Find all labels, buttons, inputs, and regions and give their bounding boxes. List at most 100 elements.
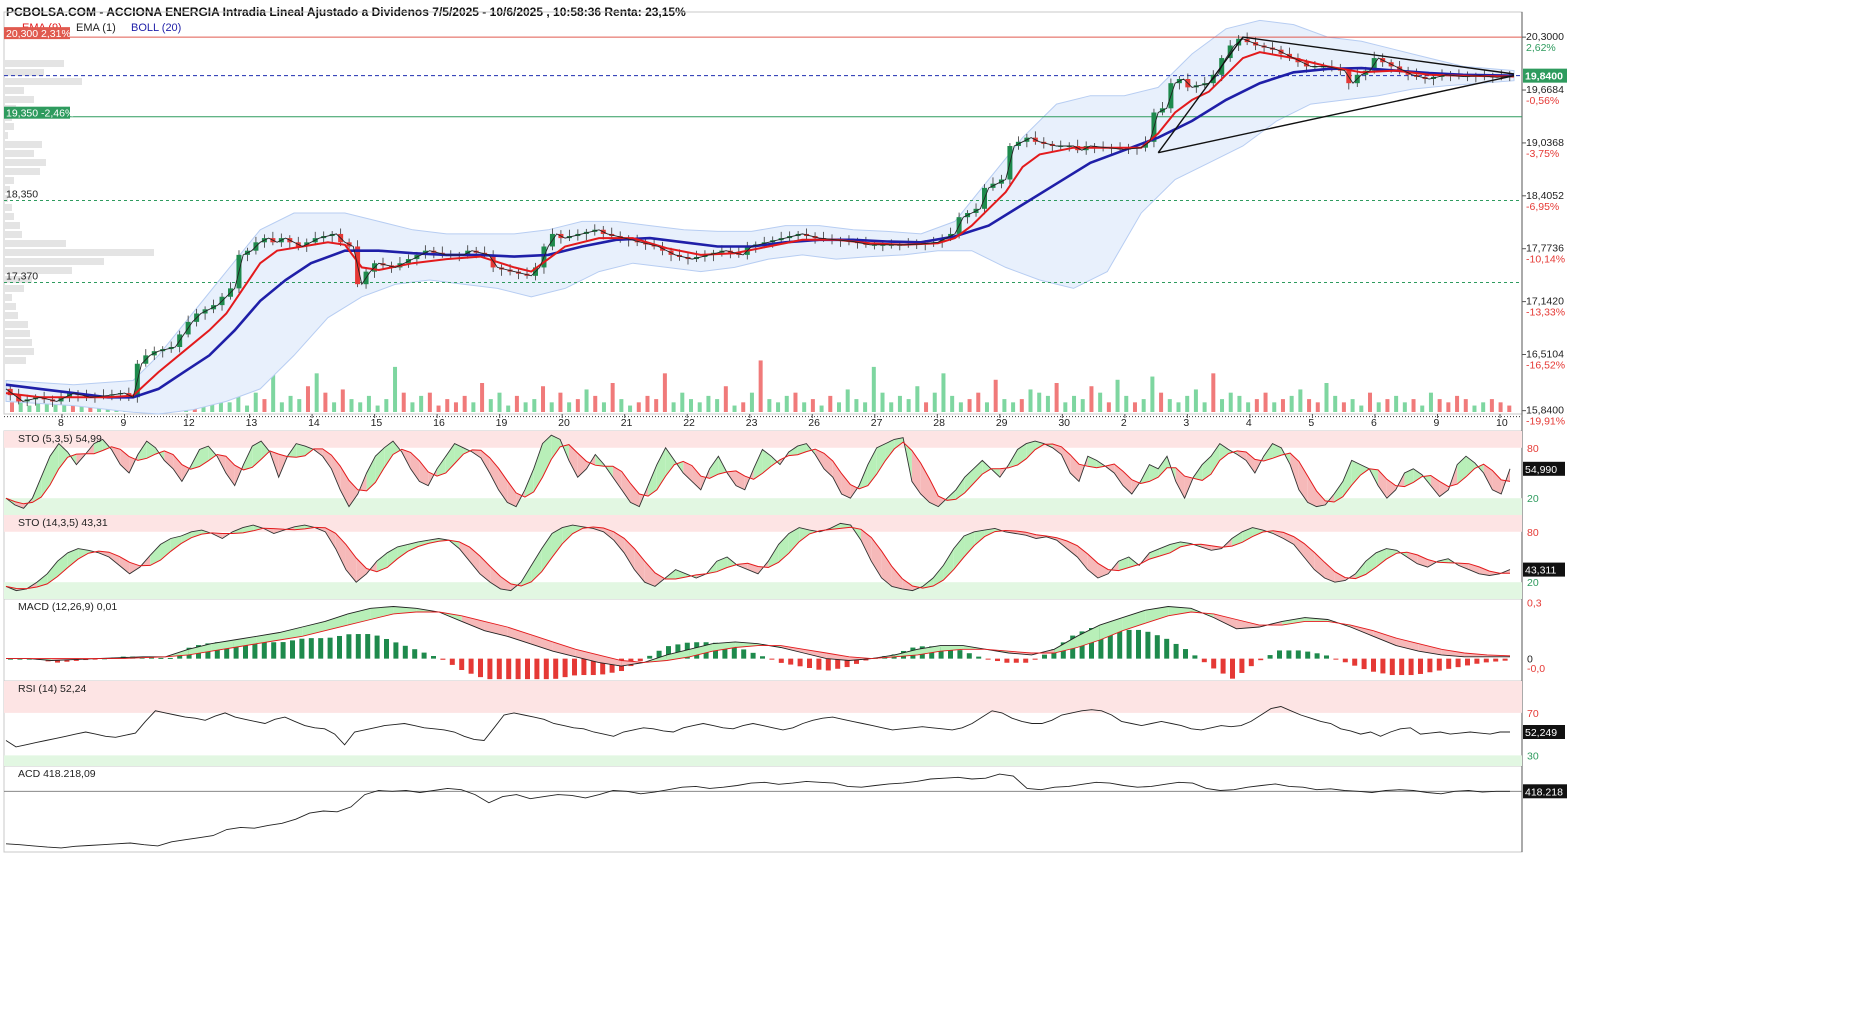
macd-fill — [689, 643, 713, 657]
acd-panel: ACD 418.218,09 418.218 — [4, 768, 1567, 849]
volume-bar — [1315, 402, 1320, 412]
volume-bar — [1428, 392, 1433, 412]
x-tick-label: 22 — [683, 417, 695, 429]
macd-hist-bar — [402, 645, 408, 659]
sto-fill — [173, 454, 182, 482]
volume-bar — [323, 392, 328, 412]
volume-bar — [584, 389, 589, 412]
sto-fill — [1026, 441, 1036, 459]
x-tick-label: 2 — [1121, 417, 1127, 429]
macd-hist-bar — [487, 658, 493, 680]
bollinger-band — [5, 19, 1515, 415]
volume-bar — [332, 402, 337, 412]
volume-bar — [662, 373, 667, 412]
volume-bar — [1045, 395, 1050, 412]
sto-fill — [634, 548, 645, 583]
profile-bar — [4, 330, 30, 337]
date-axis: 8 9 12 13 14 15 16 19 20 21 22 23 26 27 28 29 30 2 3 4 5 6 9 10 — [58, 414, 1508, 429]
macd-hist-bar — [525, 658, 530, 680]
sto-fill — [953, 536, 965, 570]
macd-hist-bar — [1342, 658, 1348, 663]
volume-bar — [70, 405, 75, 412]
sto1-last-label: 54,990 — [1525, 464, 1557, 476]
macd-hist-bar — [1173, 643, 1179, 659]
macd-hist-bar — [778, 658, 784, 663]
x-tick-label: 6 — [1371, 417, 1377, 429]
volume-bar — [601, 402, 606, 412]
macd-hist-bar — [1361, 658, 1367, 670]
volume-bar — [1385, 399, 1390, 412]
macd-hist-bar — [290, 640, 295, 659]
volume-bar — [436, 405, 441, 412]
x-tick-label: 28 — [933, 417, 945, 429]
macd-hist-bar — [1493, 658, 1499, 662]
x-tick-label: 23 — [746, 417, 758, 429]
sto-fill — [376, 552, 388, 572]
volume-bar — [1420, 405, 1425, 412]
volume-bar — [567, 402, 572, 412]
macd-hist-bar — [1248, 658, 1254, 667]
profile-bar — [4, 312, 18, 319]
volume-bar — [245, 405, 250, 412]
macd-hist-bar — [562, 658, 568, 678]
y-tick-pct: -3,75% — [1526, 148, 1559, 160]
profile-bar — [4, 339, 32, 346]
volume-bar — [784, 395, 789, 412]
volume-bar — [1455, 395, 1460, 412]
volume-bar — [1481, 402, 1486, 412]
x-tick-label: 15 — [371, 417, 383, 429]
y-tick-pct: -6,95% — [1526, 201, 1559, 213]
macd-hist-bar — [1483, 658, 1489, 663]
macd-hist-bar — [1277, 650, 1282, 659]
profile-bar — [4, 78, 82, 85]
volume-bar — [1202, 402, 1207, 412]
sto-fill — [832, 461, 842, 494]
x-tick-label: 4 — [1246, 417, 1252, 429]
volume-bar — [1176, 402, 1181, 412]
profile-bar — [4, 357, 26, 364]
profile-bar — [4, 294, 12, 301]
rsi-panel: RSI (14) 52,24 70 30 52,249 — [4, 681, 1565, 766]
last-price-label: 19,8400 — [1525, 71, 1563, 83]
macd-hist-bar — [807, 658, 812, 668]
volume-bar — [984, 402, 989, 412]
profile-bar — [4, 60, 64, 67]
volume-bar — [1341, 402, 1346, 412]
volume-bar — [767, 399, 772, 412]
volume-bar — [1063, 402, 1068, 412]
macd-hist-bar — [1436, 658, 1442, 671]
volume-bar — [393, 366, 398, 412]
profile-bar — [4, 159, 46, 166]
volume-bar — [453, 402, 458, 412]
macd-hist-bar — [976, 656, 982, 659]
volume-bar — [1028, 389, 1033, 412]
volume-bar — [1446, 402, 1451, 412]
volume-bar — [1289, 395, 1294, 412]
volume-bar — [1011, 402, 1016, 412]
volume-bar — [1437, 399, 1442, 412]
volume-bar — [523, 402, 528, 412]
profile-bar — [4, 177, 14, 184]
volume-bar — [532, 399, 537, 412]
profile-bar — [4, 141, 42, 148]
volume-bar — [915, 386, 920, 412]
volume-bar — [253, 392, 258, 412]
volume-bar — [654, 399, 659, 412]
volume-bar — [1220, 399, 1225, 412]
macd-hist-bar — [1333, 658, 1339, 660]
volume-bar — [871, 366, 876, 412]
volume-bar — [366, 395, 371, 412]
sto-fill — [57, 552, 68, 577]
sto-fill — [1290, 453, 1299, 490]
acd-label: ACD 418.218,09 — [18, 768, 96, 780]
volume-bar — [1185, 395, 1190, 412]
x-tick-label: 19 — [496, 417, 508, 429]
x-tick-label: 9 — [121, 417, 127, 429]
sto-fill — [541, 533, 552, 572]
acd-line — [5, 773, 1510, 849]
volume-bar — [593, 395, 598, 412]
macd-hist-bar — [496, 658, 502, 680]
volume-bar — [1037, 392, 1042, 412]
volume-bar — [828, 395, 833, 412]
macd-hist-bar — [1183, 649, 1188, 659]
